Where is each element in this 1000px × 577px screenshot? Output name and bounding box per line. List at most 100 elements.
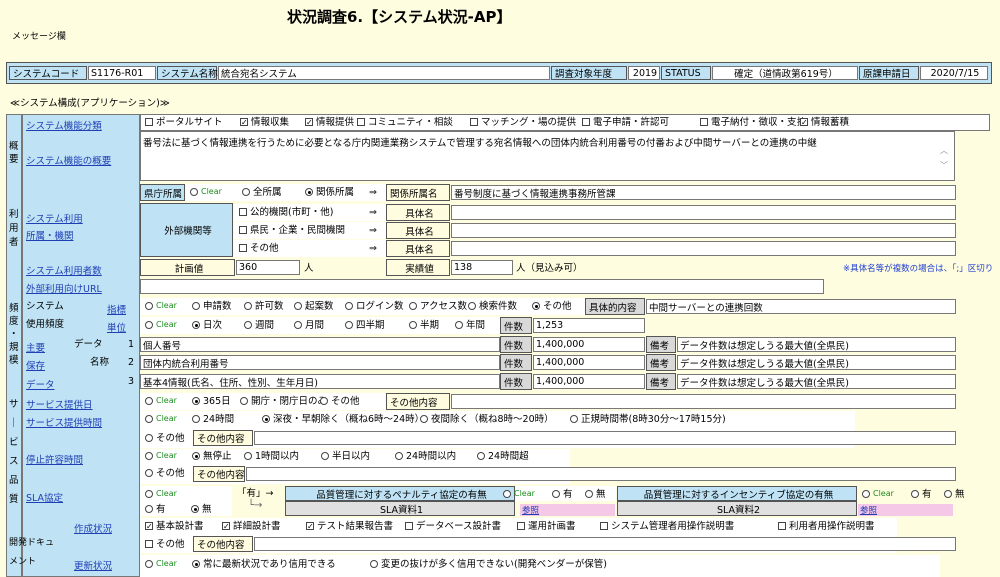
scale-name-field[interactable]: 団体内統合利用番号 [140, 355, 500, 370]
stop-radio[interactable] [192, 452, 200, 460]
gutai-field[interactable] [451, 205, 956, 220]
kencho-zen-radio[interactable] [242, 188, 250, 196]
stop-other-radio[interactable] [145, 469, 153, 477]
penalty-yes-radio[interactable] [552, 490, 560, 498]
freq-unit-label[interactable]: 単位 [107, 320, 126, 334]
time-radio[interactable] [145, 415, 153, 423]
sla-src-select-2[interactable]: 参照 [858, 504, 953, 516]
freq-index-radio[interactable] [345, 302, 353, 310]
scale-label-1[interactable]: 主要 [26, 340, 45, 354]
actual-field[interactable]: 138 [451, 260, 513, 275]
users-label[interactable]: システム利用者数 [26, 263, 102, 277]
date-field[interactable]: 2020/7/15 [920, 66, 988, 80]
doc-checkbox[interactable] [778, 522, 786, 530]
freq-index-label[interactable]: 指標 [107, 302, 126, 316]
days-radio[interactable] [192, 397, 200, 405]
gutai-field[interactable] [451, 223, 956, 238]
sys-name-field[interactable]: 統合宛名システム [218, 66, 550, 80]
gaiyou-scroll-down-icon[interactable]: ﹀ [940, 160, 948, 171]
status-field[interactable]: 確定（道情政第619号） [712, 66, 858, 80]
update-radio[interactable] [370, 560, 378, 568]
stop-other-field[interactable] [246, 467, 956, 481]
detail-field[interactable]: 中間サーバーとの連携回数 [646, 299, 956, 314]
doc-checkbox[interactable]: ✓ [222, 522, 230, 531]
riyou-label-1[interactable]: システム利用 [26, 211, 83, 225]
doc-checkbox[interactable] [600, 522, 608, 530]
gaiyou-scroll-up-icon[interactable]: ︿ [940, 145, 948, 156]
url-field[interactable] [140, 279, 824, 294]
freq-unit-radio[interactable] [192, 321, 200, 329]
kinou-label[interactable]: システム機能分類 [26, 118, 102, 132]
kencho-kankei-radio[interactable] [305, 188, 313, 196]
freq-index-radio[interactable] [192, 302, 200, 310]
kinou-checkbox[interactable] [470, 118, 478, 126]
days-radio[interactable] [320, 397, 328, 405]
time-radio[interactable] [420, 415, 428, 423]
create-other-field[interactable] [254, 537, 956, 551]
scale-label-3[interactable]: データ [26, 377, 55, 391]
days-radio[interactable] [240, 397, 248, 405]
sla-label[interactable]: SLA協定 [26, 490, 63, 504]
time-radio[interactable] [570, 415, 578, 423]
incentive-yes-radio[interactable] [911, 490, 919, 498]
freq-index-radio[interactable] [244, 302, 252, 310]
scale-note-field[interactable]: データ件数は想定しうる最大値(全県民) [677, 355, 956, 370]
kinou-checkbox[interactable] [357, 118, 365, 126]
time-other-radio[interactable] [145, 434, 153, 442]
kinou-checkbox[interactable] [582, 118, 590, 126]
time-radio[interactable] [192, 415, 200, 423]
riyou-label-2[interactable]: 所属・機関 [26, 228, 74, 242]
gaibu-checkbox[interactable] [239, 208, 247, 216]
time-other-field[interactable] [254, 431, 956, 445]
freq-index-radio[interactable] [468, 302, 476, 310]
year-field[interactable]: 2019 [628, 66, 660, 80]
gaiyou-textarea[interactable]: 番号法に基づく情報連携を行うために必要となる庁内関連業務システムで管理する宛名情… [140, 131, 955, 181]
kinou-checkbox[interactable]: ✓ [800, 118, 808, 127]
freq-index-radio[interactable] [294, 302, 302, 310]
freq-index-radio[interactable] [145, 302, 153, 310]
gaibu-checkbox[interactable] [239, 244, 247, 252]
days-radio[interactable] [145, 397, 153, 405]
stop-radio[interactable] [321, 452, 329, 460]
freq-index-radio[interactable] [409, 302, 417, 310]
kinou-checkbox[interactable] [145, 118, 153, 126]
kencho-clear-radio[interactable] [190, 188, 198, 196]
freq-unit-radio[interactable] [455, 321, 463, 329]
create-label[interactable]: 作成状況 [74, 521, 112, 535]
time-label[interactable]: サービス提供時間 [26, 415, 102, 429]
scale-note-field[interactable]: データ件数は想定しうる最大値(全県民) [677, 374, 956, 389]
update-label[interactable]: 更新状況 [74, 558, 112, 572]
update-radio[interactable] [192, 560, 200, 568]
freq-unit-radio[interactable] [345, 321, 353, 329]
doc-checkbox[interactable]: ✓ [306, 522, 314, 531]
sla-no-radio[interactable] [191, 505, 199, 513]
sla-clear-radio[interactable] [145, 490, 153, 498]
scale-count-field[interactable]: 1,400,000 [533, 355, 645, 370]
scale-label-2[interactable]: 保存 [26, 358, 45, 372]
freq-unit-radio[interactable] [409, 321, 417, 329]
update-radio[interactable] [145, 560, 153, 568]
freq-count-field[interactable]: 1,253 [533, 318, 645, 333]
doc-checkbox[interactable] [517, 522, 525, 530]
freq-unit-radio[interactable] [145, 321, 153, 329]
sys-code-field[interactable]: S1176-R01 [88, 66, 156, 80]
url-label[interactable]: 外部利用向けURL [26, 281, 102, 295]
kinou-checkbox[interactable]: ✓ [240, 118, 248, 127]
scale-note-field[interactable]: データ件数は想定しうる最大値(全県民) [677, 337, 956, 352]
gaibu-checkbox[interactable] [239, 226, 247, 234]
incentive-clear-radio[interactable] [862, 490, 870, 498]
incentive-no-radio[interactable] [944, 490, 952, 498]
gutai-field[interactable] [451, 241, 956, 256]
sla-yes-radio[interactable] [145, 505, 153, 513]
time-radio[interactable] [262, 415, 270, 423]
stop-radio[interactable] [145, 452, 153, 460]
scale-name-field[interactable]: 個人番号 [140, 337, 500, 352]
penalty-clear-radio[interactable] [503, 490, 511, 498]
kinou-checkbox[interactable]: ✓ [305, 118, 313, 127]
scale-name-field[interactable]: 基本4情報(氏名、住所、性別、生年月日) [140, 374, 500, 389]
days-label[interactable]: サービス提供日 [26, 397, 93, 411]
doc-checkbox[interactable] [145, 540, 153, 548]
doc-checkbox[interactable] [405, 522, 413, 530]
freq-index-radio[interactable] [532, 302, 540, 310]
freq-unit-radio[interactable] [244, 321, 252, 329]
